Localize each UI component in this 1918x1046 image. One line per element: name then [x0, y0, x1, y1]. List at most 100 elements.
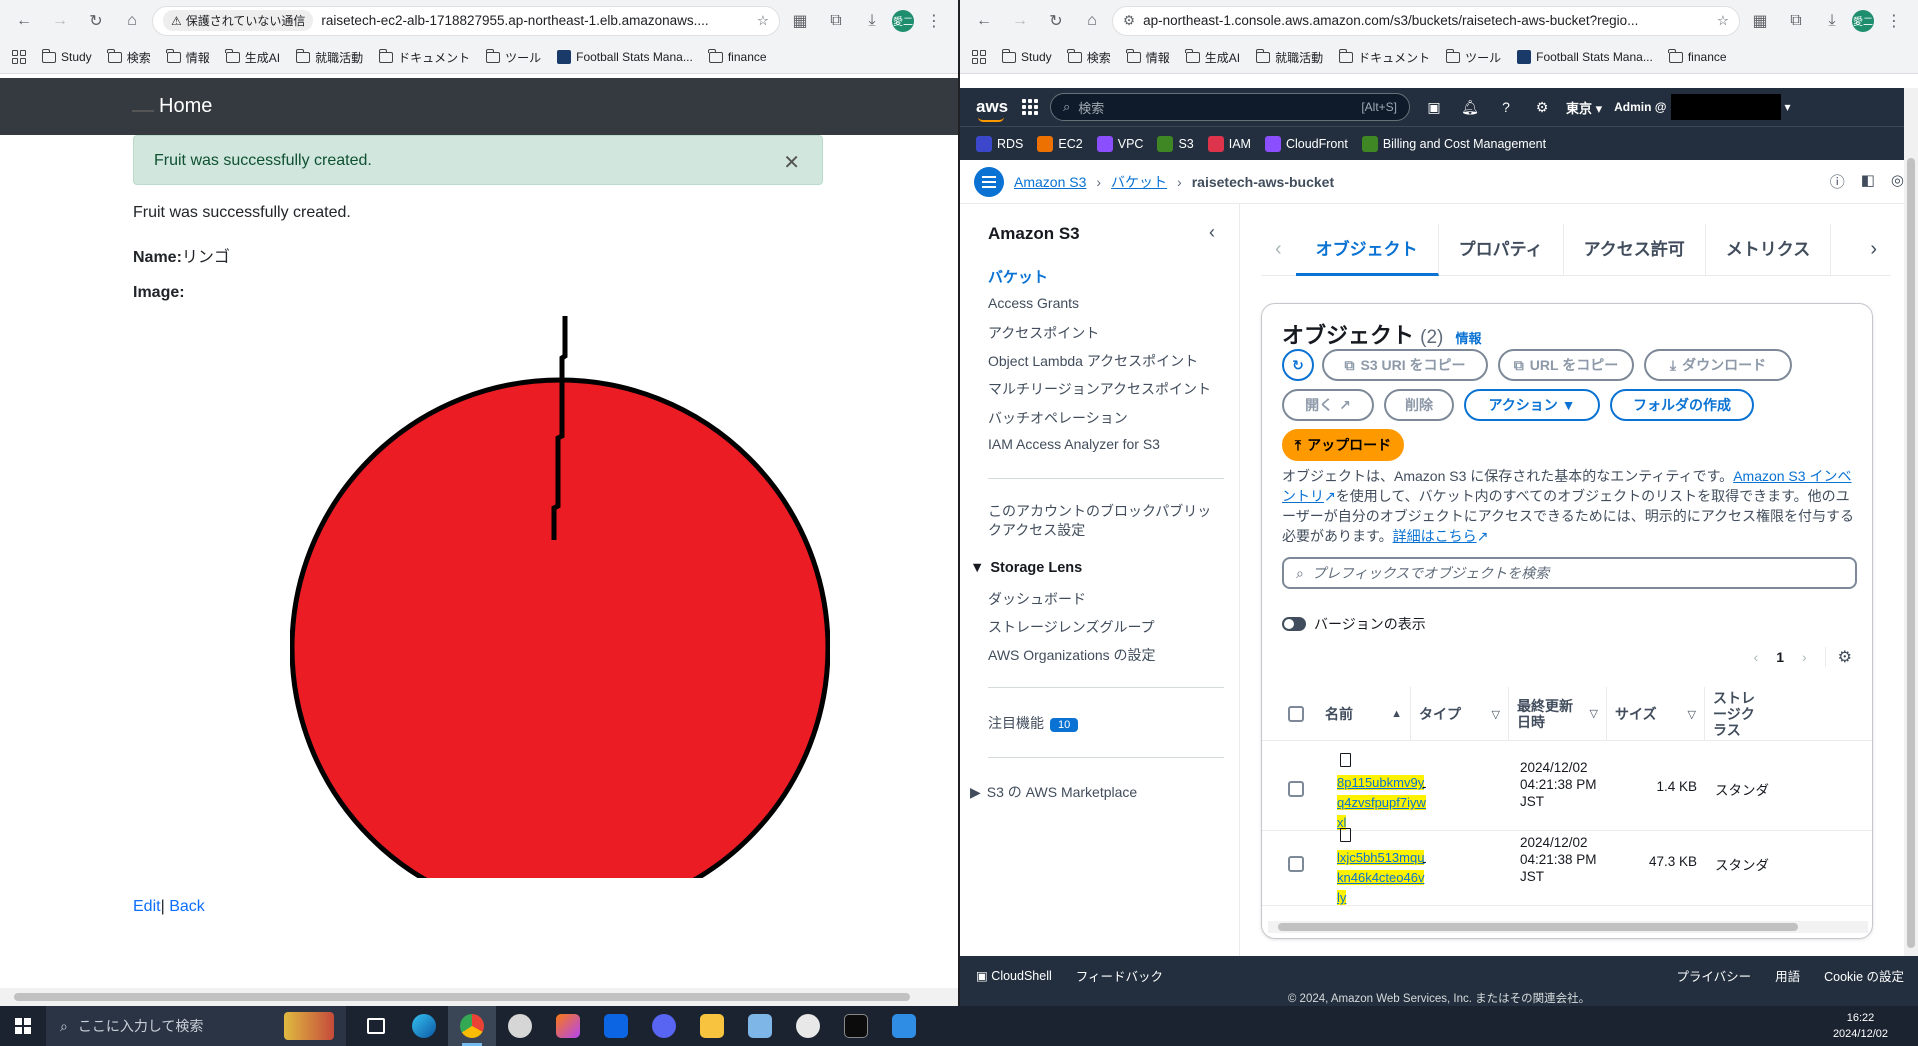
copy-url-button[interactable]: ⧉ URL をコピー: [1498, 349, 1634, 381]
feedback-link[interactable]: フィードバック: [1076, 966, 1163, 985]
current-page[interactable]: 1: [1776, 649, 1784, 665]
terms-link[interactable]: 用語: [1775, 966, 1800, 985]
sidenav-item-access-points[interactable]: アクセスポイント: [988, 323, 1099, 343]
help-icon[interactable]: ?: [1494, 95, 1518, 119]
breadcrumb-amazon-s3[interactable]: Amazon S3: [1014, 174, 1086, 190]
bookmark-star-icon[interactable]: ☆: [1717, 13, 1729, 29]
qr-icon[interactable]: ▦: [784, 5, 816, 37]
close-icon[interactable]: ✕: [783, 150, 800, 175]
sidenav-item-object-lambda[interactable]: Object Lambda アクセスポイント: [988, 351, 1198, 371]
bookmark-tools[interactable]: ツール: [485, 48, 541, 66]
terminal-icon[interactable]: [832, 1006, 880, 1046]
extensions-icon[interactable]: ⧉: [820, 5, 852, 37]
bookmark-star-icon[interactable]: ☆: [757, 13, 769, 29]
object-search-input[interactable]: ⌕ プレフィックスでオブジェクトを検索: [1282, 557, 1857, 589]
start-button[interactable]: [0, 1006, 46, 1046]
col-name[interactable]: 名前 ▲: [1317, 687, 1411, 741]
actions-dropdown[interactable]: アクション ▼: [1464, 389, 1600, 421]
next-page-icon[interactable]: ›: [1802, 649, 1807, 665]
reload-icon[interactable]: ↻: [1040, 5, 1072, 37]
panel-icon[interactable]: ◧: [1861, 171, 1875, 192]
favorite-rds[interactable]: RDS: [976, 135, 1023, 152]
favorite-s3[interactable]: S3: [1157, 135, 1194, 152]
bookmark-genai[interactable]: 生成AI: [1185, 48, 1240, 66]
bookmark-football[interactable]: Football Stats Mana...: [557, 50, 693, 64]
chrome-icon[interactable]: [448, 1006, 496, 1046]
table-settings-gear-icon[interactable]: ⚙: [1824, 647, 1852, 667]
taskbar-search-input[interactable]: ⌕ ここに入力して検索: [46, 1006, 346, 1046]
menu-icon[interactable]: ⋮: [918, 5, 950, 37]
tab-properties[interactable]: プロパティ: [1439, 223, 1564, 276]
sidenav-item-access-grants[interactable]: Access Grants: [988, 295, 1079, 311]
favorite-vpc[interactable]: VPC: [1096, 135, 1143, 152]
aws-logo[interactable]: aws: [976, 97, 1010, 122]
sidenav-item-organizations[interactable]: AWS Organizations の設定: [988, 645, 1156, 665]
scrollbar-thumb[interactable]: [14, 993, 910, 1001]
tab-permissions[interactable]: アクセス許可: [1564, 223, 1706, 276]
download-icon[interactable]: ⤓: [1816, 5, 1848, 37]
tab-scroll-left-icon[interactable]: ‹: [1261, 238, 1296, 261]
reload-icon[interactable]: ↻: [80, 5, 112, 37]
bookmark-study[interactable]: Study: [41, 48, 92, 64]
file-explorer-icon[interactable]: [688, 1006, 736, 1046]
profile-avatar[interactable]: 愛二: [1852, 9, 1874, 32]
menu-icon[interactable]: ⋮: [1878, 5, 1910, 37]
create-folder-button[interactable]: フォルダの作成: [1610, 389, 1754, 421]
home-icon[interactable]: ⌂: [1076, 5, 1108, 37]
discord-icon[interactable]: [640, 1006, 688, 1046]
sidenav-item-batch-operations[interactable]: バッチオペレーション: [988, 408, 1128, 428]
security-warning[interactable]: ⚠ 保護されていない通信: [163, 10, 314, 31]
hamburger-menu-icon[interactable]: [974, 166, 1004, 197]
apps-icon[interactable]: [972, 50, 986, 64]
col-storage-class[interactable]: ストレージクラス: [1705, 687, 1872, 741]
row-checkbox[interactable]: [1288, 856, 1304, 872]
sidenav-item-iam-analyzer[interactable]: IAM Access Analyzer for S3: [988, 436, 1160, 452]
back-icon[interactable]: ←: [8, 5, 40, 37]
row-checkbox[interactable]: [1288, 781, 1304, 797]
favorite-billing-and-cost-management[interactable]: Billing and Cost Management: [1361, 135, 1546, 152]
task-view-icon[interactable]: [352, 1006, 400, 1046]
site-info-icon[interactable]: ⚙: [1123, 13, 1135, 29]
scrollbar-thumb[interactable]: [1907, 158, 1915, 948]
cloudshell-link[interactable]: ▣ CloudShell: [976, 968, 1052, 983]
notifications-bell-icon[interactable]: 🔔︎: [1458, 95, 1482, 119]
open-button[interactable]: 開く ↗: [1282, 389, 1374, 421]
forward-icon[interactable]: →: [44, 5, 76, 37]
account-menu[interactable]: Admin @ ▾: [1614, 94, 1791, 120]
delete-button[interactable]: 削除: [1384, 389, 1454, 421]
download-button[interactable]: ⤓ ダウンロード: [1644, 349, 1792, 381]
favorite-iam[interactable]: IAM: [1207, 135, 1251, 152]
bookmark-tools[interactable]: ツール: [1445, 48, 1501, 66]
navbar-brand-home[interactable]: Home: [159, 95, 212, 118]
sidenav-item-featured[interactable]: 注目機能 10: [988, 713, 1079, 733]
download-icon[interactable]: ⤓: [856, 5, 888, 37]
bookmark-finance[interactable]: finance: [1668, 48, 1727, 64]
edit-link[interactable]: Edit: [133, 898, 161, 915]
extensions-icon[interactable]: ⧉: [1780, 5, 1812, 37]
apps-icon[interactable]: [12, 50, 26, 64]
settings-gear-icon[interactable]: ⚙: [1530, 95, 1554, 119]
col-last-modified[interactable]: 最終更新日時 ▽: [1509, 687, 1607, 741]
bookmark-info[interactable]: 情報: [166, 48, 210, 66]
tab-objects[interactable]: オブジェクト: [1295, 223, 1439, 276]
home-icon[interactable]: ⌂: [116, 5, 148, 37]
forward-icon[interactable]: →: [1004, 5, 1036, 37]
refresh-button[interactable]: ↻: [1282, 349, 1314, 381]
region-selector[interactable]: 東京 ▾: [1566, 98, 1602, 117]
back-link[interactable]: Back: [169, 898, 205, 915]
sidenav-item-dashboard[interactable]: ダッシュボード: [988, 589, 1086, 609]
bookmark-search[interactable]: 検索: [1067, 48, 1111, 66]
bookmark-finance[interactable]: finance: [708, 48, 767, 64]
bookmark-jobhunt[interactable]: 就職活動: [1255, 48, 1323, 66]
jetbrains-icon[interactable]: [544, 1006, 592, 1046]
copy-s3-uri-button[interactable]: ⧉ S3 URI をコピー: [1322, 349, 1488, 381]
edge-icon[interactable]: [400, 1006, 448, 1046]
bookmark-study[interactable]: Study: [1001, 48, 1052, 64]
scrollbar-thumb[interactable]: [1278, 923, 1798, 931]
upload-button[interactable]: ⤒ アップロード: [1282, 429, 1404, 461]
photos-icon[interactable]: [880, 1006, 928, 1046]
object-name-link[interactable]: lxjc5bh513mqukn46k4cteo46vly: [1337, 848, 1427, 908]
bookmark-jobhunt[interactable]: 就職活動: [295, 48, 363, 66]
cookie-settings-link[interactable]: Cookie の設定: [1824, 966, 1904, 985]
profile-avatar[interactable]: 愛二: [892, 9, 914, 32]
